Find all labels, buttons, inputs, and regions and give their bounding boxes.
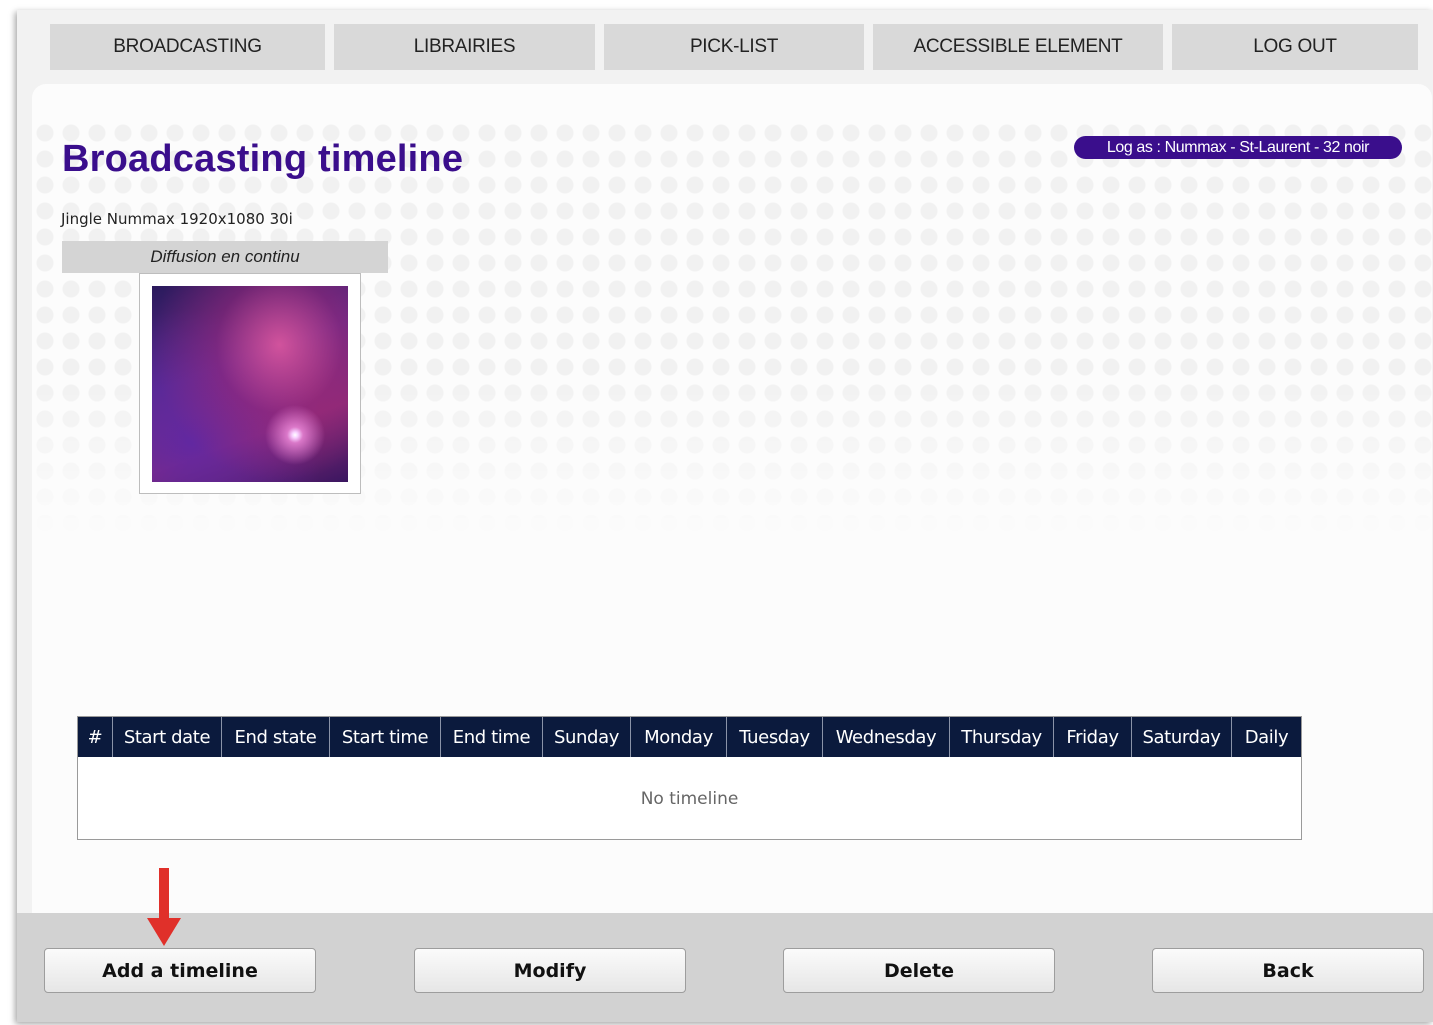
media-thumbnail-image xyxy=(152,286,348,482)
timeline-table: # Start date End state Start time End ti… xyxy=(77,716,1302,840)
back-button[interactable]: Back xyxy=(1152,948,1424,993)
column-header-end-state: End state xyxy=(222,717,330,757)
column-header-start-date: Start date xyxy=(113,717,222,757)
nav-log-out[interactable]: LOG OUT xyxy=(1172,24,1418,70)
column-header-wednesday: Wednesday xyxy=(823,717,950,757)
modify-button[interactable]: Modify xyxy=(414,948,686,993)
column-header-number: # xyxy=(78,717,113,757)
column-header-end-time: End time xyxy=(441,717,543,757)
media-name: Jingle Nummax 1920x1080 30i xyxy=(61,210,293,228)
empty-table-message: No timeline xyxy=(640,789,739,809)
column-header-monday: Monday xyxy=(631,717,727,757)
action-bar: Add a timeline Modify Delete Back xyxy=(17,913,1433,1022)
media-thumbnail-frame xyxy=(139,273,361,494)
broadcast-mode-label: Diffusion en continu xyxy=(62,241,388,273)
column-header-tuesday: Tuesday xyxy=(727,717,823,757)
column-header-saturday: Saturday xyxy=(1132,717,1232,757)
nav-librairies[interactable]: LIBRAIRIES xyxy=(334,24,595,70)
nav-pick-list[interactable]: PICK-LIST xyxy=(604,24,864,70)
app-window: BROADCASTING LIBRAIRIES PICK-LIST ACCESS… xyxy=(17,10,1433,1022)
delete-button[interactable]: Delete xyxy=(783,948,1055,993)
logged-in-badge: Log as : Nummax - St-Laurent - 32 noir xyxy=(1074,136,1402,159)
column-header-friday: Friday xyxy=(1054,717,1132,757)
timeline-table-header: # Start date End state Start time End ti… xyxy=(78,717,1301,757)
column-header-sunday: Sunday xyxy=(543,717,631,757)
nav-broadcasting[interactable]: BROADCASTING xyxy=(50,24,325,70)
nav-accessible-element[interactable]: ACCESSIBLE ELEMENT xyxy=(873,24,1163,70)
content-panel: Broadcasting timeline Log as : Nummax - … xyxy=(32,84,1432,914)
column-header-daily: Daily xyxy=(1244,726,1289,748)
page-title: Broadcasting timeline xyxy=(62,138,464,180)
column-header-thursday: Thursday xyxy=(950,717,1054,757)
add-timeline-button[interactable]: Add a timeline xyxy=(44,948,316,993)
column-header-start-time: Start time xyxy=(330,717,441,757)
red-arrow-annotation-icon xyxy=(147,868,181,946)
